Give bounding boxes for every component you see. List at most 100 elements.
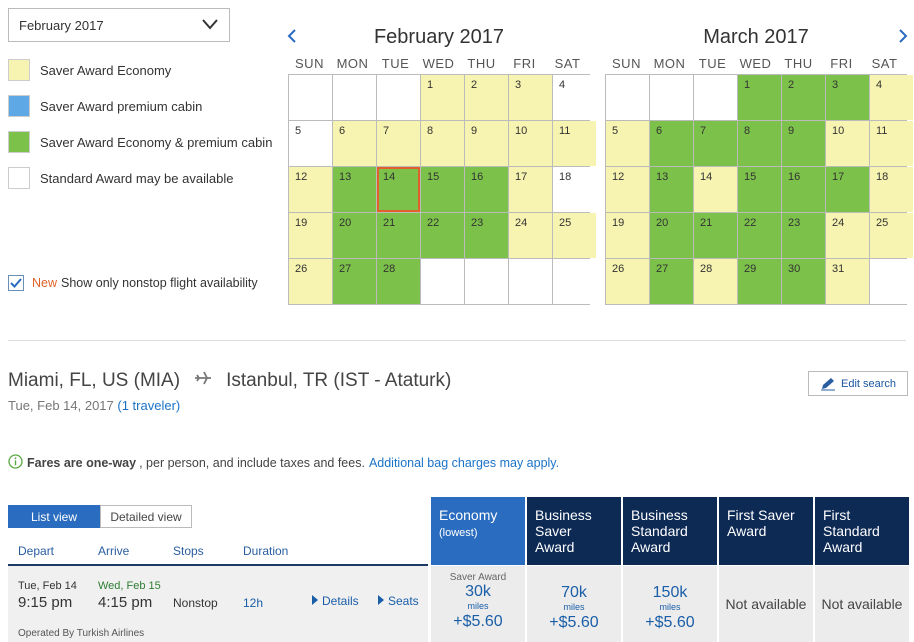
fare-header-first-saver[interactable]: First Saver Award <box>719 497 813 565</box>
calendar-day[interactable]: 5 <box>289 121 332 166</box>
month-select[interactable]: February 2017 <box>8 8 230 42</box>
list-view-button[interactable]: List view <box>8 505 100 528</box>
nonstop-checkbox[interactable] <box>8 275 24 291</box>
calendar-day[interactable]: 20 <box>650 213 693 258</box>
calendar-day[interactable]: 2 <box>465 75 508 120</box>
traveler-count[interactable]: (1 traveler) <box>117 398 180 413</box>
calendar-day[interactable]: 26 <box>289 259 332 304</box>
calendar-day[interactable]: 24 <box>826 213 869 258</box>
calendar-day[interactable]: 28 <box>694 259 737 304</box>
fare-cell-economy[interactable]: Saver Award 30k miles +$5.60 <box>431 566 525 642</box>
calendar-day[interactable]: 27 <box>650 259 693 304</box>
calendar-day[interactable]: 27 <box>333 259 376 304</box>
calendar-day[interactable]: 21 <box>694 213 737 258</box>
calendar-day[interactable]: 16 <box>782 167 825 212</box>
calendar-day[interactable]: 19 <box>606 213 649 258</box>
calendar-day[interactable]: 4 <box>553 75 596 120</box>
seats-link[interactable]: Seats <box>378 594 419 608</box>
edit-search-button[interactable]: Edit search <box>808 371 908 396</box>
fare-fee: +$5.60 <box>645 614 695 631</box>
calendar-day[interactable]: 16 <box>465 167 508 212</box>
calendar-day[interactable]: 25 <box>870 213 913 258</box>
caret-right-icon <box>378 594 384 608</box>
calendar-day[interactable]: 18 <box>870 167 913 212</box>
fare-header-first-standard[interactable]: First Standard Award <box>815 497 909 565</box>
calendar-empty-cell <box>421 259 464 304</box>
calendar-day[interactable]: 5 <box>606 121 649 166</box>
calendar-day[interactable]: 9 <box>782 121 825 166</box>
route-date-line: Tue, Feb 14, 2017 (1 traveler) <box>8 398 180 413</box>
bag-charges-link[interactable]: Additional bag charges may apply. <box>369 456 559 470</box>
calendar-day[interactable]: 17 <box>509 167 552 212</box>
calendar-day[interactable]: 6 <box>333 121 376 166</box>
calendar-day[interactable]: 23 <box>782 213 825 258</box>
calendar-day[interactable]: 10 <box>509 121 552 166</box>
column-depart[interactable]: Depart <box>18 544 54 558</box>
calendar-day[interactable]: 7 <box>377 121 420 166</box>
weekday-label: SAT <box>554 56 581 71</box>
calendar-day[interactable]: 22 <box>421 213 464 258</box>
calendar-day[interactable]: 1 <box>738 75 781 120</box>
fare-header-economy[interactable]: Economy (lowest) <box>431 497 525 565</box>
calendar-day[interactable]: 11 <box>553 121 596 166</box>
calendar-day[interactable]: 23 <box>465 213 508 258</box>
calendar-day[interactable]: 2 <box>782 75 825 120</box>
calendar-day[interactable]: 19 <box>289 213 332 258</box>
calendar-day[interactable]: 22 <box>738 213 781 258</box>
fare-header-business-saver[interactable]: Business Saver Award <box>527 497 621 565</box>
calendar-empty-cell <box>377 75 420 120</box>
calendar-day[interactable]: 25 <box>553 213 596 258</box>
fare-header-title: First Standard Award <box>823 507 880 555</box>
calendar-day[interactable]: 26 <box>606 259 649 304</box>
column-stops[interactable]: Stops <box>173 544 204 558</box>
calendar-day[interactable]: 29 <box>738 259 781 304</box>
fare-miles-unit: miles <box>659 602 681 612</box>
calendar-day[interactable]: 3 <box>509 75 552 120</box>
details-link[interactable]: Details <box>312 594 359 608</box>
calendar-february: February 2017 SUN MON TUE WED THU FRI SA… <box>288 26 596 305</box>
fare-header-title: Business Saver Award <box>535 507 592 555</box>
calendar-day[interactable]: 30 <box>782 259 825 304</box>
calendar-day[interactable]: 3 <box>826 75 869 120</box>
fare-cell-business-saver[interactable]: 70k miles +$5.60 <box>527 566 621 642</box>
calendar-day[interactable]: 14 <box>694 167 737 212</box>
calendar-day[interactable]: 13 <box>650 167 693 212</box>
calendar-day[interactable]: 13 <box>333 167 376 212</box>
column-arrive[interactable]: Arrive <box>98 544 129 558</box>
calendar-day[interactable]: 4 <box>870 75 913 120</box>
calendar-day[interactable]: 28 <box>377 259 420 304</box>
fare-header-title: Business Standard Award <box>631 507 688 555</box>
calendar-day[interactable]: 12 <box>289 167 332 212</box>
calendar-day[interactable]: 8 <box>738 121 781 166</box>
column-duration[interactable]: Duration <box>243 544 288 558</box>
calendar-day[interactable]: 8 <box>421 121 464 166</box>
calendar-day[interactable]: 12 <box>606 167 649 212</box>
calendar-day[interactable]: 10 <box>826 121 869 166</box>
section-divider <box>8 340 906 341</box>
calendar-day[interactable]: 18 <box>553 167 596 212</box>
calendar-day[interactable]: 9 <box>465 121 508 166</box>
nonstop-filter[interactable]: New Show only nonstop flight availabilit… <box>8 275 258 291</box>
calendar-day[interactable]: 31 <box>826 259 869 304</box>
calendar-day[interactable]: 15 <box>421 167 464 212</box>
calendar-day[interactable]: 14 <box>377 167 420 212</box>
calendar-day[interactable]: 11 <box>870 121 913 166</box>
calendar-day[interactable]: 15 <box>738 167 781 212</box>
depart-time: 9:15 pm <box>18 594 73 611</box>
calendar-day[interactable]: 1 <box>421 75 464 120</box>
calendar-day[interactable]: 6 <box>650 121 693 166</box>
fare-miles: 30k <box>465 583 491 600</box>
calendar-day[interactable]: 21 <box>377 213 420 258</box>
calendar-day[interactable]: 24 <box>509 213 552 258</box>
detailed-view-button[interactable]: Detailed view <box>100 505 192 528</box>
origin-city: Miami, FL, US (MIA) <box>8 370 181 391</box>
calendar-empty-cell <box>509 259 552 304</box>
calendar-day[interactable]: 20 <box>333 213 376 258</box>
calendar-day[interactable]: 17 <box>826 167 869 212</box>
fare-cell-business-standard[interactable]: 150k miles +$5.60 <box>623 566 717 642</box>
calendar-day[interactable]: 7 <box>694 121 737 166</box>
route-heading: Miami, FL, US (MIA) Istanbul, TR (IST - … <box>8 370 451 392</box>
fare-header-business-standard[interactable]: Business Standard Award <box>623 497 717 565</box>
weekday-label: THU <box>784 56 813 71</box>
duration-value: 12h <box>243 596 264 610</box>
